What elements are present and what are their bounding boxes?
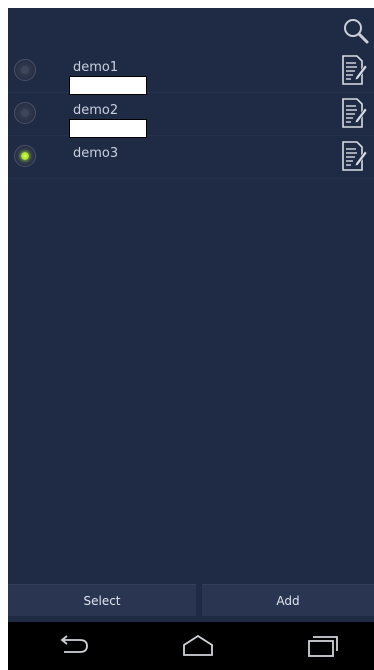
- list-item[interactable]: demo1: [8, 50, 374, 95]
- list-item[interactable]: demo3: [8, 136, 374, 179]
- radio-button[interactable]: [14, 59, 36, 81]
- app-screen: demo1 demo2 demo3 Select Add: [8, 8, 374, 670]
- radio-dot: [21, 109, 29, 117]
- item-text-field[interactable]: [69, 76, 147, 95]
- back-icon[interactable]: [54, 634, 94, 658]
- edit-document-icon[interactable]: [340, 97, 368, 129]
- item-label: demo2: [73, 103, 119, 118]
- add-button[interactable]: Add: [202, 584, 374, 616]
- recent-apps-icon[interactable]: [302, 634, 342, 658]
- radio-button[interactable]: [14, 102, 36, 124]
- radio-button-selected[interactable]: [14, 145, 36, 167]
- edit-document-icon[interactable]: [340, 140, 368, 172]
- system-nav-bar: [8, 622, 374, 670]
- home-icon[interactable]: [178, 634, 218, 658]
- edit-document-icon[interactable]: [340, 54, 368, 86]
- action-bar: Select Add: [8, 584, 374, 616]
- top-bar: [8, 8, 374, 48]
- select-button[interactable]: Select: [8, 584, 196, 616]
- item-list: demo1 demo2 demo3: [8, 50, 374, 179]
- radio-dot: [21, 66, 29, 74]
- item-label: demo1: [73, 60, 119, 75]
- radio-dot: [21, 152, 29, 160]
- search-icon[interactable]: [342, 17, 370, 45]
- list-item[interactable]: demo2: [8, 93, 374, 138]
- item-label: demo3: [73, 146, 119, 161]
- item-text-field[interactable]: [69, 119, 147, 138]
